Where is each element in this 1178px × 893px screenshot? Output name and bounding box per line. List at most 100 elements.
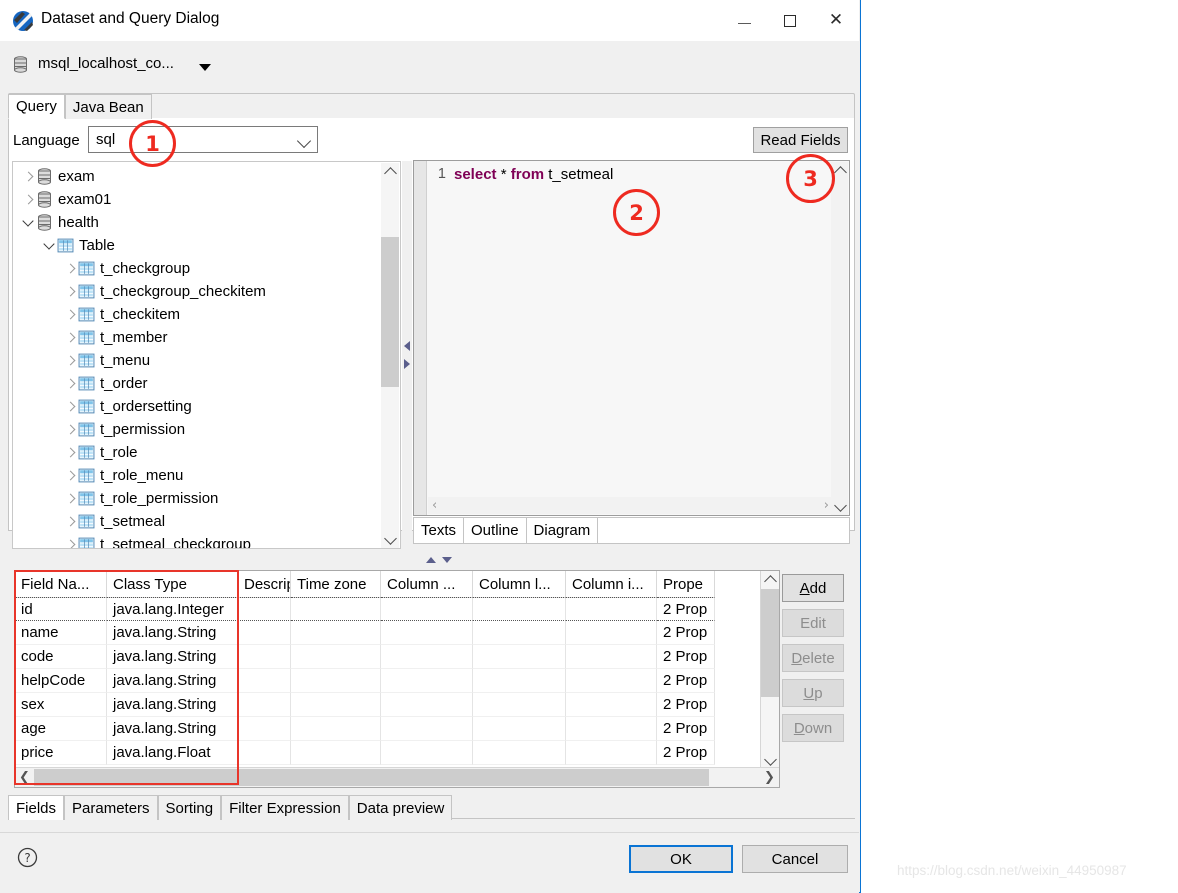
table-cell-timezone[interactable] [291, 669, 381, 693]
table-cell-description[interactable] [238, 669, 291, 693]
tree-item-t_setmeal[interactable]: t_setmeal [13, 510, 383, 533]
table-cell-col_i[interactable] [566, 717, 657, 741]
table-cell-col_i[interactable] [566, 621, 657, 645]
tree-item-t_order[interactable]: t_order [13, 372, 383, 395]
tab-outline[interactable]: Outline [464, 518, 527, 543]
scroll-up-button[interactable] [381, 163, 399, 181]
table-cell-description[interactable] [238, 597, 291, 621]
fields-vertical-scrollbar[interactable] [760, 571, 779, 770]
table-cell-properties[interactable]: 2 Prop [657, 717, 715, 741]
column-header-6[interactable]: Column i... [566, 571, 657, 597]
table-cell-properties[interactable]: 2 Prop [657, 621, 715, 645]
table-cell-field[interactable]: id [15, 597, 107, 621]
table-cell-description[interactable] [238, 741, 291, 765]
table-cell-field[interactable]: age [15, 717, 107, 741]
table-row[interactable]: id java.lang.Integer 2 Prop [15, 597, 779, 621]
expand-arrow-right-icon[interactable] [63, 424, 77, 435]
tree-item-t_setmeal_checkgroup[interactable]: t_setmeal_checkgroup [13, 533, 383, 548]
expand-arrow-right-icon[interactable] [63, 332, 77, 343]
editor-vertical-scrollbar[interactable] [831, 162, 849, 515]
table-cell-col_a[interactable] [381, 669, 473, 693]
tree-item-exam[interactable]: exam [13, 165, 383, 188]
table-cell-col_l[interactable] [473, 669, 566, 693]
table-cell-col_a[interactable] [381, 741, 473, 765]
table-cell-description[interactable] [238, 645, 291, 669]
column-header-4[interactable]: Column ... [381, 571, 473, 597]
tab-fields[interactable]: Fields [8, 795, 65, 820]
table-cell-type[interactable]: java.lang.Integer [107, 597, 238, 621]
vertical-sash[interactable] [402, 161, 412, 549]
scroll-down-button[interactable] [831, 498, 849, 515]
editor-horizontal-scrollbar[interactable]: ‹ › [428, 497, 833, 514]
table-row[interactable]: sex java.lang.String 2 Prop [15, 693, 779, 717]
expand-arrow-right-icon[interactable] [63, 470, 77, 481]
add-button[interactable]: Add [782, 574, 844, 602]
table-cell-timezone[interactable] [291, 693, 381, 717]
table-cell-timezone[interactable] [291, 645, 381, 669]
table-cell-col_i[interactable] [566, 645, 657, 669]
collapse-right-icon[interactable] [404, 359, 410, 369]
tree-item-t_role[interactable]: t_role [13, 441, 383, 464]
language-combo[interactable]: sql [88, 126, 318, 153]
table-cell-type[interactable]: java.lang.String [107, 693, 238, 717]
table-cell-col_a[interactable] [381, 693, 473, 717]
expand-arrow-right-icon[interactable] [63, 401, 77, 412]
horizontal-sash[interactable] [8, 552, 855, 566]
scroll-right-icon[interactable]: ❯ [760, 768, 779, 787]
chevron-down-icon[interactable] [199, 64, 211, 71]
expand-arrow-right-icon[interactable] [63, 263, 77, 274]
expand-arrow-right-icon[interactable] [21, 171, 35, 182]
table-cell-col_l[interactable] [473, 645, 566, 669]
table-cell-col_a[interactable] [381, 597, 473, 621]
table-cell-col_i[interactable] [566, 741, 657, 765]
tree-item-t_checkitem[interactable]: t_checkitem [13, 303, 383, 326]
column-header-1[interactable]: Class Type [107, 571, 238, 597]
maximize-button[interactable] [767, 0, 813, 41]
cancel-button[interactable]: Cancel [742, 845, 848, 873]
tab-parameters[interactable]: Parameters [64, 795, 158, 820]
table-cell-type[interactable]: java.lang.String [107, 717, 238, 741]
table-cell-col_i[interactable] [566, 669, 657, 693]
tab-filter-expression[interactable]: Filter Expression [221, 795, 349, 820]
table-cell-description[interactable] [238, 621, 291, 645]
expand-arrow-right-icon[interactable] [63, 516, 77, 527]
tree-item-t_role_menu[interactable]: t_role_menu [13, 464, 383, 487]
expand-arrow-right-icon[interactable] [63, 286, 77, 297]
expand-arrow-right-icon[interactable] [63, 355, 77, 366]
table-row[interactable]: name java.lang.String 2 Prop [15, 621, 779, 645]
table-cell-col_a[interactable] [381, 645, 473, 669]
table-cell-col_l[interactable] [473, 621, 566, 645]
table-cell-field[interactable]: name [15, 621, 107, 645]
expand-arrow-down-icon[interactable] [21, 215, 35, 227]
scroll-left-icon[interactable]: ❮ [15, 768, 34, 787]
table-row[interactable]: helpCode java.lang.String 2 Prop [15, 669, 779, 693]
collapse-up-icon[interactable] [426, 557, 436, 563]
scroll-up-button[interactable] [761, 571, 779, 589]
table-cell-properties[interactable]: 2 Prop [657, 669, 715, 693]
table-cell-col_l[interactable] [473, 693, 566, 717]
table-cell-col_i[interactable] [566, 597, 657, 621]
table-cell-type[interactable]: java.lang.String [107, 669, 238, 693]
table-cell-type[interactable]: java.lang.Float [107, 741, 238, 765]
expand-arrow-right-icon[interactable] [63, 378, 77, 389]
expand-arrow-right-icon[interactable] [63, 309, 77, 320]
collapse-left-icon[interactable] [404, 341, 410, 351]
expand-arrow-down-icon[interactable] [42, 238, 56, 250]
column-header-3[interactable]: Time zone [291, 571, 381, 597]
tree-item-t_ordersetting[interactable]: t_ordersetting [13, 395, 383, 418]
expand-arrow-right-icon[interactable] [21, 194, 35, 205]
tree-item-t_checkgroup_checkitem[interactable]: t_checkgroup_checkitem [13, 280, 383, 303]
column-header-2[interactable]: Descripti... [238, 571, 291, 597]
table-cell-col_l[interactable] [473, 741, 566, 765]
table-cell-field[interactable]: price [15, 741, 107, 765]
tree-item-t_menu[interactable]: t_menu [13, 349, 383, 372]
tab-java-bean[interactable]: Java Bean [64, 94, 152, 119]
read-fields-button[interactable]: Read Fields [753, 127, 848, 153]
tab-diagram[interactable]: Diagram [526, 518, 599, 543]
table-cell-col_a[interactable] [381, 621, 473, 645]
table-cell-col_a[interactable] [381, 717, 473, 741]
collapse-down-icon[interactable] [442, 557, 452, 563]
table-cell-properties[interactable]: 2 Prop [657, 597, 715, 621]
table-row[interactable]: price java.lang.Float 2 Prop [15, 741, 779, 765]
expand-arrow-right-icon[interactable] [63, 493, 77, 504]
